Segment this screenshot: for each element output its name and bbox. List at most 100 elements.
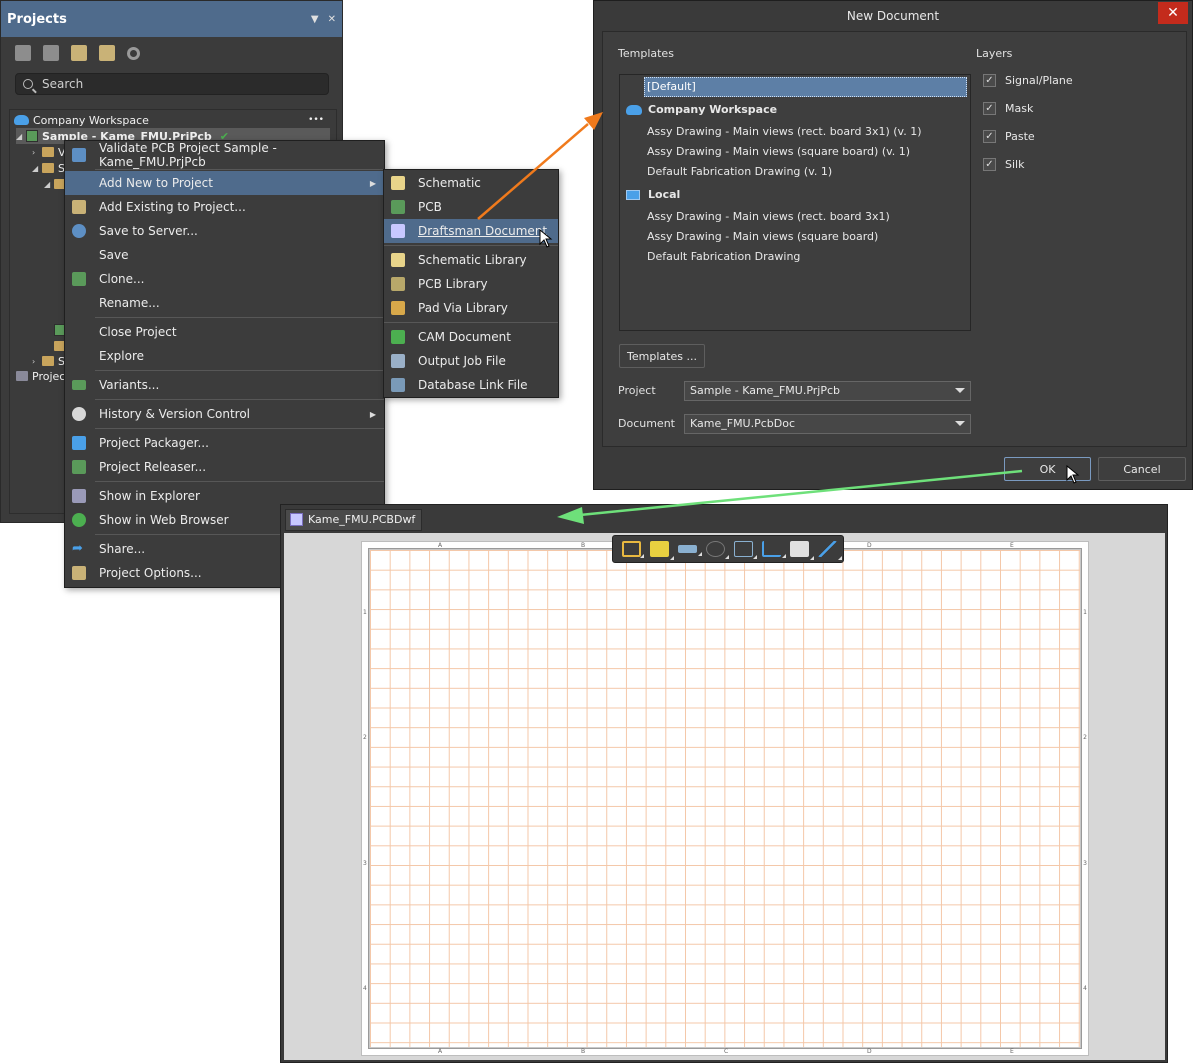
bom-icon[interactable] <box>790 541 809 557</box>
submenu-pcb[interactable]: PCB <box>384 195 558 219</box>
template-item[interactable]: Assy Drawing - Main views (square board)… <box>647 145 910 158</box>
variants-icon <box>72 380 86 390</box>
zone-label: E <box>1010 1048 1014 1055</box>
menu-validate[interactable]: Validate PCB Project Sample - Kame_FMU.P… <box>65 141 384 169</box>
template-item[interactable]: Assy Drawing - Main views (rect. board 3… <box>647 125 922 138</box>
layer-silk[interactable]: ✓ Silk <box>983 158 1024 171</box>
dblink-icon <box>391 378 405 392</box>
board-view-icon[interactable] <box>622 541 641 557</box>
folder-icon <box>42 163 54 173</box>
layer-signal-plane[interactable]: ✓ Signal/Plane <box>983 74 1073 87</box>
leader-icon[interactable] <box>762 541 781 557</box>
expand-arrow-icon[interactable]: ◢ <box>16 132 26 141</box>
cam-icon <box>391 330 405 344</box>
drawing-canvas[interactable]: A B C D E A B C D E 1 2 3 4 1 2 3 4 <box>284 533 1165 1060</box>
open-folder-icon[interactable] <box>71 45 87 61</box>
menu-label: Share... <box>99 542 146 556</box>
checkbox-checked[interactable]: ✓ <box>983 158 996 171</box>
menu-label: Draftsman Document <box>418 224 548 238</box>
template-item[interactable]: Default Fabrication Drawing <box>647 250 800 263</box>
gear-icon[interactable] <box>127 46 140 60</box>
menu-close-project[interactable]: Close Project <box>65 320 384 344</box>
expand-arrow-icon[interactable]: ◢ <box>44 180 54 189</box>
templates-button[interactable]: Templates ... <box>619 344 705 368</box>
template-default[interactable]: [Default] <box>644 77 967 97</box>
dimension-icon[interactable] <box>650 541 669 557</box>
line-icon[interactable] <box>818 541 837 557</box>
mouse-cursor-icon <box>1066 465 1080 484</box>
collapse-arrow-icon[interactable]: › <box>32 357 42 366</box>
tree-item-s2[interactable]: › S <box>32 353 65 369</box>
document-tab[interactable]: Kame_FMU.PCBDwf <box>285 509 423 531</box>
menu-add-existing[interactable]: Add Existing to Project... <box>65 195 384 219</box>
submenu-draftsman[interactable]: Draftsman Document <box>384 219 558 243</box>
search-input[interactable]: Search <box>15 73 329 95</box>
explorer-icon <box>72 489 86 503</box>
menu-rename[interactable]: Rename... <box>65 291 384 315</box>
menu-label: Project Packager... <box>99 436 209 450</box>
dialog-title: New Document <box>846 9 940 23</box>
layer-paste[interactable]: ✓ Paste <box>983 130 1035 143</box>
submenu-schematic-library[interactable]: Schematic Library <box>384 248 558 272</box>
schlib-icon <box>391 253 405 267</box>
folder-icon <box>42 356 54 366</box>
circle-icon[interactable] <box>706 541 725 557</box>
zone-label: 4 <box>363 985 367 992</box>
table-icon[interactable] <box>734 541 753 557</box>
menu-save[interactable]: Save <box>65 243 384 267</box>
menu-label: Project Options... <box>99 566 202 580</box>
mouse-cursor-icon <box>539 229 553 248</box>
projects-titlebar: Projects ▼ ✕ <box>1 1 342 37</box>
checkbox-checked[interactable]: ✓ <box>983 102 996 115</box>
draftsman-icon <box>391 224 405 238</box>
menu-label: Add New to Project <box>99 176 213 190</box>
tree-item-s[interactable]: ◢ S <box>32 160 65 176</box>
panel-menu-icon[interactable]: ▼ <box>311 14 319 25</box>
menu-add-new[interactable]: Add New to Project ▶ <box>65 171 384 195</box>
layer-mask[interactable]: ✓ Mask <box>983 102 1033 115</box>
draftsman-document-window: Kame_FMU.PCBDwf A B C D E A B C D E 1 2 … <box>280 504 1168 1063</box>
tree-item-v[interactable]: › V <box>32 144 66 160</box>
checkbox-checked[interactable]: ✓ <box>983 130 996 143</box>
menu-separator <box>384 322 558 323</box>
more-icon[interactable]: ••• <box>308 115 324 125</box>
submenu-database-link[interactable]: Database Link File <box>384 373 558 397</box>
tree-item-projects[interactable]: Projec <box>16 368 65 384</box>
folder-settings-icon[interactable] <box>99 45 115 61</box>
document-combo[interactable]: Kame_FMU.PcbDoc <box>684 414 971 434</box>
menu-label: Show in Web Browser <box>99 513 229 527</box>
menu-save-to-server[interactable]: Save to Server... <box>65 219 384 243</box>
menu-label: Project Releaser... <box>99 460 207 474</box>
zone-label: E <box>1010 542 1014 549</box>
menu-clone[interactable]: Clone... <box>65 267 384 291</box>
menu-packager[interactable]: Project Packager... <box>65 431 384 455</box>
template-item[interactable]: Assy Drawing - Main views (rect. board 3… <box>647 210 890 223</box>
menu-separator <box>95 169 384 170</box>
cancel-button[interactable]: Cancel <box>1098 457 1186 481</box>
tab-label: Kame_FMU.PCBDwf <box>308 513 416 526</box>
submenu-cam[interactable]: CAM Document <box>384 325 558 349</box>
submenu-pad-via-library[interactable]: Pad Via Library <box>384 296 558 320</box>
close-button[interactable]: ✕ <box>1158 2 1188 24</box>
submenu-output-job[interactable]: Output Job File <box>384 349 558 373</box>
expand-arrow-icon[interactable]: ◢ <box>32 164 42 173</box>
checkbox-checked[interactable]: ✓ <box>983 74 996 87</box>
menu-releaser[interactable]: Project Releaser... <box>65 455 384 479</box>
menu-explore[interactable]: Explore <box>65 344 384 368</box>
copy-docs-icon[interactable] <box>43 45 59 61</box>
project-combo[interactable]: Sample - Kame_FMU.PrjPcb <box>684 381 971 401</box>
submenu-pcb-library[interactable]: PCB Library <box>384 272 558 296</box>
template-item[interactable]: Assy Drawing - Main views (square board) <box>647 230 878 243</box>
template-item[interactable]: Default Fabrication Drawing (v. 1) <box>647 165 832 178</box>
section-icon[interactable] <box>678 545 697 553</box>
submenu-arrow-icon: ▶ <box>369 409 376 419</box>
panel-close-icon[interactable]: ✕ <box>328 14 336 25</box>
submenu-schematic[interactable]: Schematic <box>384 171 558 195</box>
tree-label: Projec <box>32 369 66 383</box>
collapse-arrow-icon[interactable]: › <box>32 148 42 157</box>
menu-history[interactable]: History & Version Control ▶ <box>65 402 384 426</box>
menu-variants[interactable]: Variants... <box>65 373 384 397</box>
tree-item-workspace[interactable]: Company Workspace ••• <box>14 112 332 128</box>
save-icon[interactable] <box>15 45 31 61</box>
projects-group-icon <box>16 371 28 381</box>
